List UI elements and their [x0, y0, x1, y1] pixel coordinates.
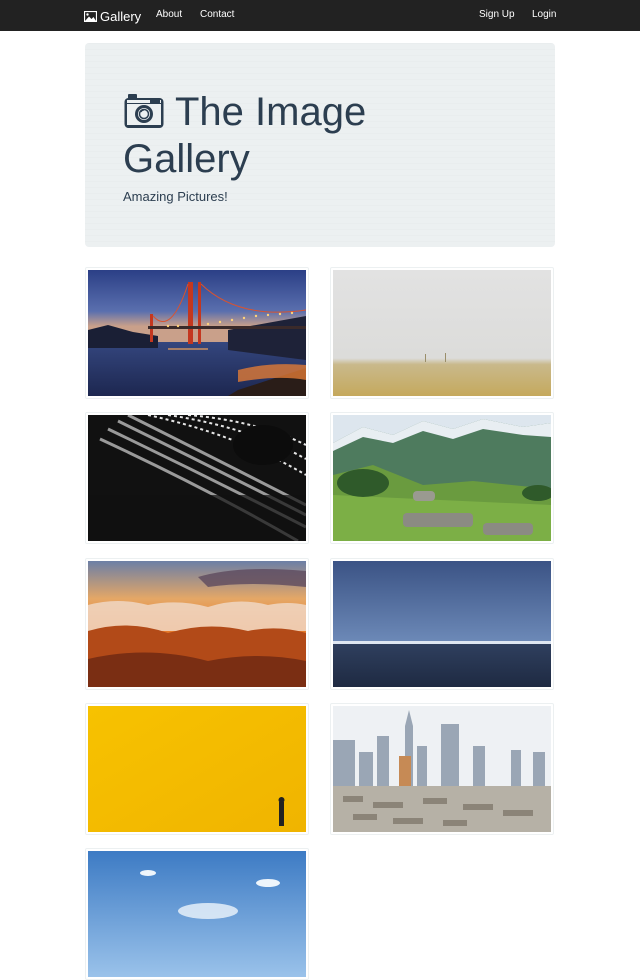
foggy-field-image	[333, 270, 551, 396]
nav-about[interactable]: About	[156, 9, 182, 20]
city-skyline-image	[333, 706, 551, 832]
thumbnail-abstract-architecture[interactable]	[85, 412, 309, 544]
thumbnail-golden-gate-bridge[interactable]	[85, 267, 309, 399]
sunset-clouds-image	[88, 561, 306, 687]
page-subtitle: Amazing Pictures!	[123, 189, 228, 204]
thumbnail-sunset-clouds[interactable]	[85, 558, 309, 690]
ocean-horizon-image	[333, 561, 551, 687]
abstract-architecture-image	[88, 415, 306, 541]
thumbnail-mountain-meadow[interactable]	[330, 412, 554, 544]
nav-login[interactable]: Login	[532, 9, 556, 20]
thumbnail-blue-sky[interactable]	[85, 848, 309, 980]
blue-sky-image	[88, 851, 306, 977]
yellow-wall-image	[88, 706, 306, 832]
brand-label: Gallery	[100, 8, 142, 24]
nav-sign-up[interactable]: Sign Up	[479, 9, 515, 20]
brand-link[interactable]: Gallery	[84, 8, 141, 24]
thumbnail-ocean-horizon[interactable]	[330, 558, 554, 690]
mountain-meadow-image	[333, 415, 551, 541]
image-icon	[84, 10, 97, 22]
navbar: Gallery About Contact Sign Up Login	[0, 0, 640, 31]
thumbnail-city-skyline[interactable]	[330, 703, 554, 835]
thumbnail-foggy-field[interactable]	[330, 267, 554, 399]
page-title: The Image Gallery	[123, 90, 367, 181]
nav-contact[interactable]: Contact	[200, 9, 234, 20]
jumbotron: The Image Gallery Amazing Pictures!	[85, 43, 555, 247]
thumbnail-yellow-wall[interactable]	[85, 703, 309, 835]
golden-gate-bridge-image	[88, 270, 306, 396]
